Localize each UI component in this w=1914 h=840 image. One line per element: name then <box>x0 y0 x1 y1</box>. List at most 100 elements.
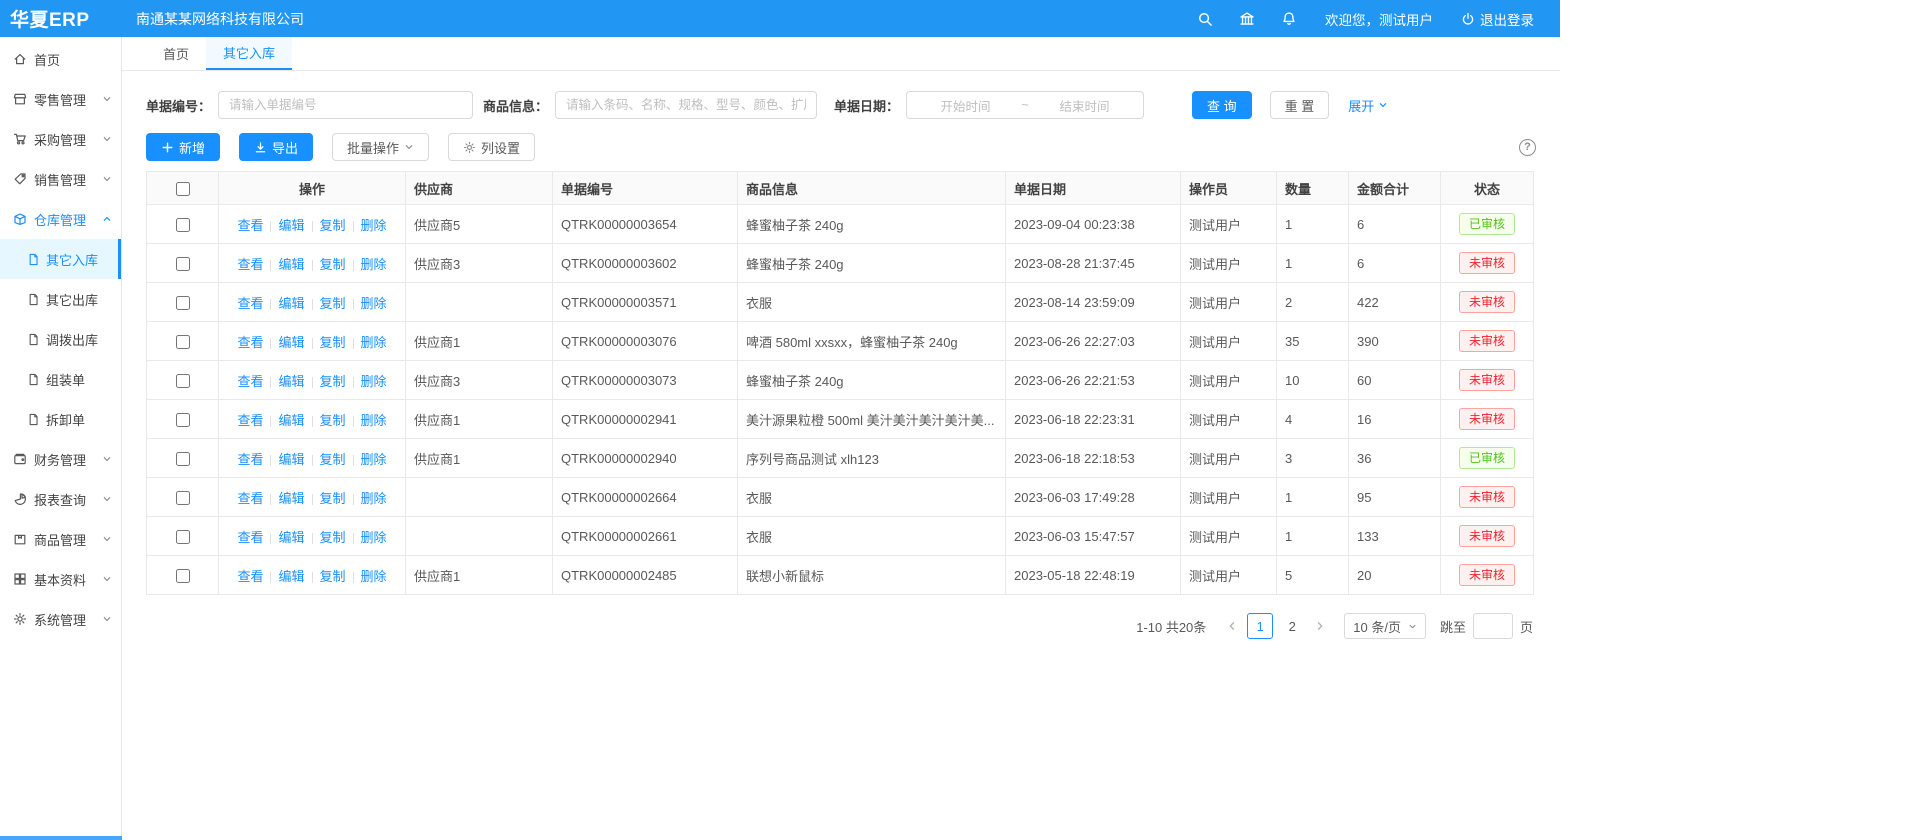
delete-link[interactable]: 删除 <box>361 569 387 584</box>
copy-link[interactable]: 复制 <box>320 413 346 428</box>
row-checkbox[interactable] <box>176 257 190 271</box>
delete-link[interactable]: 删除 <box>361 335 387 350</box>
add-label: 新增 <box>179 138 205 157</box>
view-link[interactable]: 查看 <box>237 452 263 467</box>
copy-link[interactable]: 复制 <box>320 374 346 389</box>
sidebar-scrollbar[interactable] <box>0 836 122 840</box>
edit-link[interactable]: 编辑 <box>278 491 304 506</box>
view-link[interactable]: 查看 <box>237 218 263 233</box>
delete-link[interactable]: 删除 <box>361 374 387 389</box>
prev-page-icon[interactable] <box>1226 620 1238 632</box>
edit-link[interactable]: 编辑 <box>278 218 304 233</box>
sidebar-item-basic-data[interactable]: 基本资料 <box>0 559 121 599</box>
next-page-icon[interactable] <box>1314 620 1326 632</box>
goods-info-input[interactable] <box>555 91 817 119</box>
edit-link[interactable]: 编辑 <box>278 530 304 545</box>
home-icon <box>13 52 27 66</box>
delete-link[interactable]: 删除 <box>361 413 387 428</box>
date-range-picker[interactable]: 开始时间 ~ 结束时间 <box>906 91 1144 119</box>
amount-cell: 133 <box>1349 517 1441 556</box>
copy-link[interactable]: 复制 <box>320 335 346 350</box>
copy-link[interactable]: 复制 <box>320 296 346 311</box>
view-link[interactable]: 查看 <box>237 257 263 272</box>
edit-link[interactable]: 编辑 <box>278 452 304 467</box>
sidebar-item-finance[interactable]: 财务管理 <box>0 439 121 479</box>
delete-link[interactable]: 删除 <box>361 530 387 545</box>
copy-link[interactable]: 复制 <box>320 218 346 233</box>
delete-link[interactable]: 删除 <box>361 452 387 467</box>
select-all-checkbox[interactable] <box>176 182 190 196</box>
export-button[interactable]: 导出 <box>239 133 313 161</box>
sidebar-item-retail[interactable]: 零售管理 <box>0 79 121 119</box>
bill-no-input[interactable] <box>218 91 473 119</box>
copy-link[interactable]: 复制 <box>320 257 346 272</box>
delete-link[interactable]: 删除 <box>361 257 387 272</box>
bank-icon[interactable] <box>1239 11 1255 27</box>
edit-link[interactable]: 编辑 <box>278 257 304 272</box>
jump-to-input[interactable] <box>1473 613 1513 639</box>
view-link[interactable]: 查看 <box>237 569 263 584</box>
delete-link[interactable]: 删除 <box>361 218 387 233</box>
reset-button[interactable]: 重 置 <box>1270 91 1330 119</box>
page-number-1[interactable]: 1 <box>1247 613 1273 639</box>
edit-link[interactable]: 编辑 <box>278 374 304 389</box>
logout-button[interactable]: 退出登录 <box>1461 9 1534 29</box>
sidebar-item-system[interactable]: 系统管理 <box>0 599 121 639</box>
row-checkbox[interactable] <box>176 218 190 232</box>
action-divider <box>312 299 313 310</box>
edit-link[interactable]: 编辑 <box>278 335 304 350</box>
copy-link[interactable]: 复制 <box>320 530 346 545</box>
expand-link[interactable]: 展开 <box>1348 96 1388 115</box>
row-checkbox[interactable] <box>176 452 190 466</box>
sidebar-item-warehouse[interactable]: 仓库管理 <box>0 199 121 239</box>
sidebar-item-sales[interactable]: 销售管理 <box>0 159 121 199</box>
search-button[interactable]: 查 询 <box>1192 91 1252 119</box>
bill-no-cell: QTRK00000002940 <box>553 439 738 478</box>
pie-chart-icon <box>13 492 27 506</box>
copy-link[interactable]: 复制 <box>320 452 346 467</box>
operator-cell: 测试用户 <box>1181 517 1277 556</box>
row-checkbox[interactable] <box>176 413 190 427</box>
copy-link[interactable]: 复制 <box>320 491 346 506</box>
row-checkbox[interactable] <box>176 335 190 349</box>
action-divider <box>353 572 354 583</box>
date-cell: 2023-09-04 00:23:38 <box>1006 205 1181 244</box>
view-link[interactable]: 查看 <box>237 530 263 545</box>
column-settings-button[interactable]: 列设置 <box>448 133 535 161</box>
help-icon[interactable]: ? <box>1519 139 1536 156</box>
sidebar-item-goods[interactable]: 商品管理 <box>0 519 121 559</box>
row-checkbox[interactable] <box>176 296 190 310</box>
row-checkbox[interactable] <box>176 530 190 544</box>
delete-link[interactable]: 删除 <box>361 296 387 311</box>
batch-actions-button[interactable]: 批量操作 <box>332 133 429 161</box>
delete-link[interactable]: 删除 <box>361 491 387 506</box>
view-link[interactable]: 查看 <box>237 374 263 389</box>
page-size-select[interactable]: 10 条/页 <box>1344 613 1426 639</box>
search-icon[interactable] <box>1197 11 1213 27</box>
view-link[interactable]: 查看 <box>237 296 263 311</box>
page-number-2[interactable]: 2 <box>1279 613 1305 639</box>
copy-link[interactable]: 复制 <box>320 569 346 584</box>
edit-link[interactable]: 编辑 <box>278 413 304 428</box>
tab-home[interactable]: 首页 <box>146 37 206 70</box>
sidebar-item-report[interactable]: 报表查询 <box>0 479 121 519</box>
sidebar-item-transfer-outbound[interactable]: 调拨出库 <box>0 319 121 359</box>
view-link[interactable]: 查看 <box>237 491 263 506</box>
view-link[interactable]: 查看 <box>237 335 263 350</box>
sidebar-item-other-outbound[interactable]: 其它出库 <box>0 279 121 319</box>
sidebar-item-assembly[interactable]: 组装单 <box>0 359 121 399</box>
edit-link[interactable]: 编辑 <box>278 296 304 311</box>
sidebar-item-other-inbound[interactable]: 其它入库 <box>0 239 121 279</box>
row-checkbox[interactable] <box>176 569 190 583</box>
row-checkbox[interactable] <box>176 491 190 505</box>
tab-other-inbound[interactable]: 其它入库 <box>206 37 292 70</box>
sidebar-item-home[interactable]: 首页 <box>0 39 121 79</box>
view-link[interactable]: 查看 <box>237 413 263 428</box>
sidebar-item-disassembly[interactable]: 拆卸单 <box>0 399 121 439</box>
sidebar-item-purchase[interactable]: 采购管理 <box>0 119 121 159</box>
add-button[interactable]: 新增 <box>146 133 220 161</box>
row-checkbox[interactable] <box>176 374 190 388</box>
row-actions: 查看编辑 复制删除 <box>237 374 386 389</box>
bell-icon[interactable] <box>1281 11 1297 27</box>
edit-link[interactable]: 编辑 <box>278 569 304 584</box>
